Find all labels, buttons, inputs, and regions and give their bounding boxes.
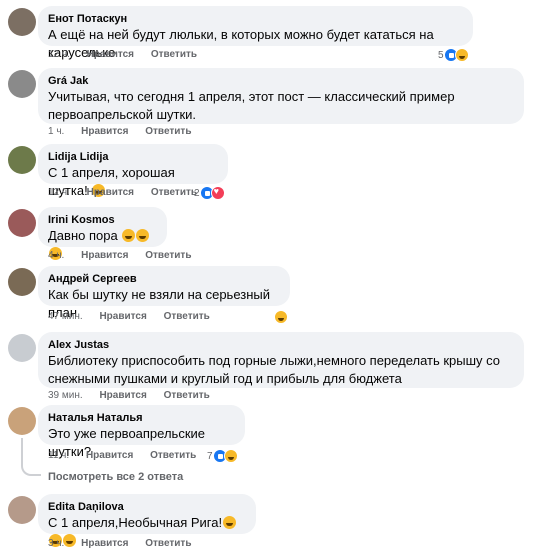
haha-reaction-icon bbox=[454, 48, 469, 62]
comment-author[interactable]: Андрей Сергеев bbox=[48, 272, 280, 286]
comment-bubble: Енот Потаскун А ещё на ней будут люльки,… bbox=[38, 6, 473, 60]
comment-bubble: Grá Jak Учитывая, что сегодня 1 апреля, … bbox=[38, 68, 524, 124]
avatar[interactable] bbox=[8, 334, 36, 362]
comment-author[interactable]: Grá Jak bbox=[48, 74, 514, 88]
thread-line bbox=[21, 438, 23, 464]
like-button[interactable]: Нравится bbox=[99, 390, 146, 401]
comment-meta: 3 ч. Нравится Ответить bbox=[48, 538, 205, 549]
comment-author[interactable]: Irini Kosmos bbox=[48, 213, 157, 227]
comment-time[interactable]: 39 мин. bbox=[48, 390, 83, 401]
reply-button[interactable]: Ответить bbox=[150, 450, 196, 461]
comment-bubble: Irini Kosmos Давно пора bbox=[38, 207, 167, 260]
comment-time[interactable]: 47 мин. bbox=[48, 311, 83, 322]
reply-button[interactable]: Ответить bbox=[151, 49, 197, 60]
laughing-emoji-icon bbox=[136, 229, 150, 242]
comment-meta: 4 ч. Нравится Ответить bbox=[48, 250, 205, 261]
reaction-count: 2 bbox=[194, 187, 200, 199]
avatar[interactable] bbox=[8, 8, 36, 36]
avatar[interactable] bbox=[8, 268, 36, 296]
like-button[interactable]: Нравится bbox=[87, 49, 134, 60]
avatar[interactable] bbox=[8, 146, 36, 174]
comment-meta: 1 ч. Нравится Ответить bbox=[48, 126, 205, 137]
comment-author[interactable]: Енот Потаскун bbox=[48, 12, 463, 26]
comment-time[interactable]: 3 ч. bbox=[48, 538, 64, 549]
comment-meta: 11 ч. Нравится Ответить bbox=[48, 450, 210, 461]
reactions[interactable]: 2 bbox=[194, 186, 225, 200]
comment-time[interactable]: 4 ч. bbox=[48, 250, 64, 261]
comment-text-content: С 1 апреля,Необычная Рига! bbox=[48, 515, 223, 530]
comment-text: Библиотеку приспособить под горные лыжи,… bbox=[48, 353, 501, 386]
view-replies-link[interactable]: Посмотреть все 2 ответа bbox=[48, 471, 183, 483]
avatar[interactable] bbox=[8, 407, 36, 435]
comment-bubble: Наталья Наталья Это уже первоапрельские … bbox=[38, 405, 245, 459]
reaction-count: 7 bbox=[207, 450, 213, 462]
reply-button[interactable]: Ответить bbox=[145, 250, 191, 261]
thread-connector bbox=[21, 464, 41, 476]
comment-author[interactable]: Alex Justas bbox=[48, 338, 514, 352]
comment-meta: 12 ч. Нравится Ответить bbox=[48, 187, 211, 198]
comment-time[interactable]: 1 ч. bbox=[48, 126, 64, 137]
reactions[interactable]: 5 bbox=[438, 48, 469, 62]
like-button[interactable]: Нравится bbox=[81, 250, 128, 261]
avatar[interactable] bbox=[8, 496, 36, 524]
reply-button[interactable]: Ответить bbox=[164, 390, 210, 401]
reactions[interactable]: 7 bbox=[207, 449, 238, 463]
reply-button[interactable]: Ответить bbox=[164, 311, 210, 322]
comment-meta: 12 ч. Нравится Ответить bbox=[48, 49, 211, 60]
reply-button[interactable]: Ответить bbox=[151, 187, 197, 198]
comment-text: Учитывая, что сегодня 1 апреля, этот пос… bbox=[48, 89, 455, 122]
comment-meta: 47 мин. Нравится Ответить bbox=[48, 311, 224, 322]
love-reaction-icon bbox=[210, 186, 225, 200]
comment-text-content: Давно пора bbox=[48, 228, 118, 243]
like-button[interactable]: Нравится bbox=[81, 126, 128, 137]
comment-author[interactable]: Edita Daņilova bbox=[48, 500, 246, 514]
comment-time[interactable]: 11 ч. bbox=[48, 450, 69, 461]
reply-button[interactable]: Ответить bbox=[145, 538, 191, 549]
comment-bubble: Alex Justas Библиотеку приспособить под … bbox=[38, 332, 524, 388]
comment-author[interactable]: Наталья Наталья bbox=[48, 411, 235, 425]
laughing-emoji-icon bbox=[122, 229, 136, 242]
comment-bubble: Андрей Сергеев Как бы шутку не взяли на … bbox=[38, 266, 290, 320]
reaction-count: 5 bbox=[438, 49, 444, 61]
comment-author[interactable]: Lidija Lidija bbox=[48, 150, 218, 164]
comment-time[interactable]: 12 ч. bbox=[48, 187, 70, 198]
haha-reaction-icon bbox=[274, 310, 288, 324]
comment-time[interactable]: 12 ч. bbox=[48, 49, 70, 60]
like-button[interactable]: Нравится bbox=[87, 187, 134, 198]
reactions[interactable] bbox=[274, 310, 288, 324]
avatar[interactable] bbox=[8, 209, 36, 237]
smile-emoji-icon bbox=[223, 516, 237, 529]
like-button[interactable]: Нравится bbox=[99, 311, 146, 322]
avatar[interactable] bbox=[8, 70, 36, 98]
like-button[interactable]: Нравится bbox=[86, 450, 133, 461]
comment-bubble: Edita Daņilova С 1 апреля,Необычная Рига… bbox=[38, 494, 256, 547]
comment-meta: 39 мин. Нравится Ответить bbox=[48, 390, 224, 401]
like-button[interactable]: Нравится bbox=[81, 538, 128, 549]
reply-button[interactable]: Ответить bbox=[145, 126, 191, 137]
comment-bubble: Lidija Lidija С 1 апреля, хорошая шутка! bbox=[38, 144, 228, 198]
haha-reaction-icon bbox=[223, 449, 238, 463]
